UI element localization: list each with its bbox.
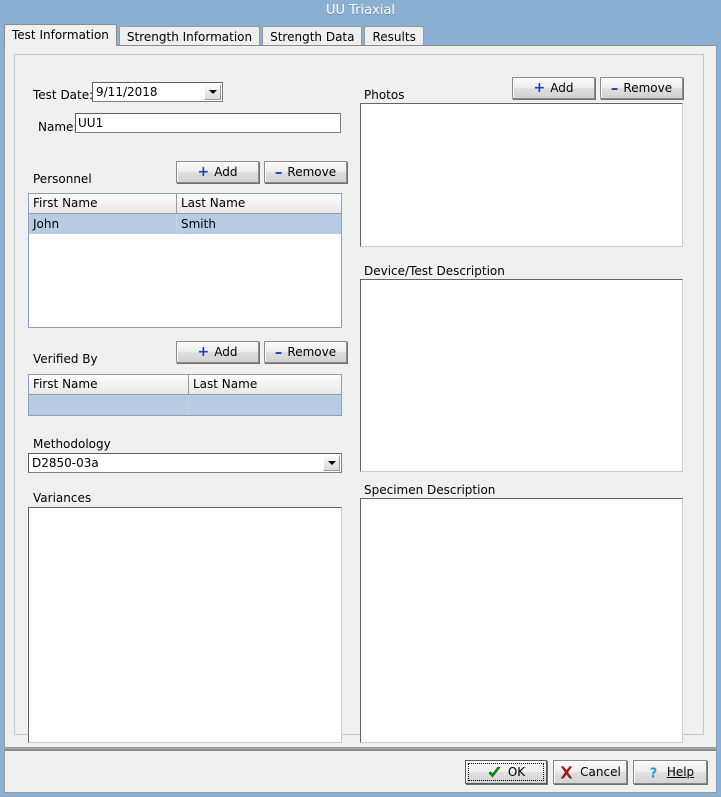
variances-textarea[interactable] [28, 507, 342, 743]
chevron-down-icon[interactable] [204, 84, 221, 100]
test-date-combobox[interactable]: 9/11/2018 [92, 82, 223, 102]
tab-test-information[interactable]: Test Information [4, 24, 117, 46]
minus-icon: – [274, 343, 283, 361]
name-label: Name: [38, 120, 78, 134]
question-mark-icon: ? [646, 765, 661, 781]
plus-icon: + [197, 344, 210, 360]
methodology-value: D2850-03a [32, 456, 99, 470]
test-date-label: Test Date: [33, 88, 94, 102]
verified-by-cell-first-name[interactable] [29, 395, 189, 415]
tab-strength-information[interactable]: Strength Information [118, 26, 261, 46]
window-title: UU Triaxial [326, 3, 395, 18]
table-row[interactable]: John Smith [29, 214, 341, 234]
methodology-combobox[interactable]: D2850-03a [28, 453, 342, 473]
personnel-cell-first-name[interactable]: John [29, 214, 177, 234]
verified-by-grid[interactable]: First Name Last Name [28, 374, 342, 416]
cancel-button[interactable]: Cancel [553, 760, 627, 784]
close-x-icon [559, 765, 574, 780]
ok-button[interactable]: OK [465, 760, 547, 784]
device-test-description-label: Device/Test Description [364, 264, 505, 278]
plus-icon: + [533, 80, 546, 96]
verified-by-add-label: Add [214, 345, 238, 359]
personnel-cell-last-name[interactable]: Smith [177, 214, 341, 234]
personnel-grid-header: First Name Last Name [29, 194, 341, 214]
personnel-label: Personnel [33, 172, 92, 186]
tab-label: Test Information [12, 28, 109, 42]
test-date-value: 9/11/2018 [96, 85, 158, 99]
window-title-bar: UU Triaxial [0, 0, 721, 21]
verified-by-col-first-name[interactable]: First Name [29, 375, 189, 394]
personnel-grid[interactable]: First Name Last Name John Smith [28, 193, 342, 328]
photos-label: Photos [364, 88, 405, 102]
name-input[interactable]: UU1 [75, 113, 341, 133]
specimen-description-textarea[interactable] [360, 498, 683, 743]
verified-by-label: Verified By [33, 352, 98, 366]
help-label-text: Help [666, 765, 695, 779]
tab-label: Strength Information [126, 30, 253, 44]
ok-label: OK [507, 765, 526, 779]
verified-by-cell-last-name[interactable] [189, 395, 341, 415]
form-group-panel: Test Date: 9/11/2018 Name: UU1 Personnel… [14, 54, 704, 743]
tab-label: Strength Data [270, 30, 355, 44]
dialog-button-bar: OK Cancel ? Help [4, 749, 717, 793]
personnel-col-last-name[interactable]: Last Name [177, 194, 341, 213]
focus-ring [468, 763, 544, 781]
methodology-label: Methodology [33, 437, 111, 451]
personnel-add-button[interactable]: + Add [176, 161, 259, 183]
minus-icon: – [274, 163, 283, 181]
specimen-description-label: Specimen Description [364, 483, 496, 497]
verified-by-col-last-name[interactable]: Last Name [189, 375, 341, 394]
verified-by-remove-button[interactable]: – Remove [264, 341, 347, 363]
tab-strip: Test Information Strength Information St… [4, 24, 717, 46]
plus-icon: + [197, 164, 210, 180]
verified-by-remove-label: Remove [287, 345, 337, 359]
photos-add-button[interactable]: + Add [512, 77, 595, 99]
tab-label: Results [372, 30, 416, 44]
personnel-remove-label: Remove [287, 165, 337, 179]
help-label: Help [667, 765, 694, 779]
tab-content-panel: Test Date: 9/11/2018 Name: UU1 Personnel… [4, 45, 717, 748]
photos-remove-button[interactable]: – Remove [600, 77, 683, 99]
personnel-remove-button[interactable]: – Remove [264, 161, 347, 183]
verified-by-add-button[interactable]: + Add [176, 341, 259, 363]
photos-list[interactable] [360, 103, 683, 247]
minus-icon: – [610, 79, 619, 97]
table-row[interactable] [29, 395, 341, 415]
dialog-window: UU Triaxial Test Information Strength In… [0, 0, 721, 797]
chevron-down-icon[interactable] [323, 455, 340, 471]
verified-by-grid-header: First Name Last Name [29, 375, 341, 395]
svg-text:?: ? [650, 766, 658, 780]
photos-add-label: Add [550, 81, 574, 95]
variances-label: Variances [33, 491, 92, 505]
tab-results[interactable]: Results [364, 26, 424, 46]
photos-remove-label: Remove [623, 81, 673, 95]
tab-strength-data[interactable]: Strength Data [262, 26, 363, 46]
personnel-col-first-name[interactable]: First Name [29, 194, 177, 213]
help-button[interactable]: ? Help [633, 760, 707, 784]
cancel-label: Cancel [580, 765, 621, 779]
device-test-description-textarea[interactable] [360, 279, 683, 472]
personnel-add-label: Add [214, 165, 238, 179]
